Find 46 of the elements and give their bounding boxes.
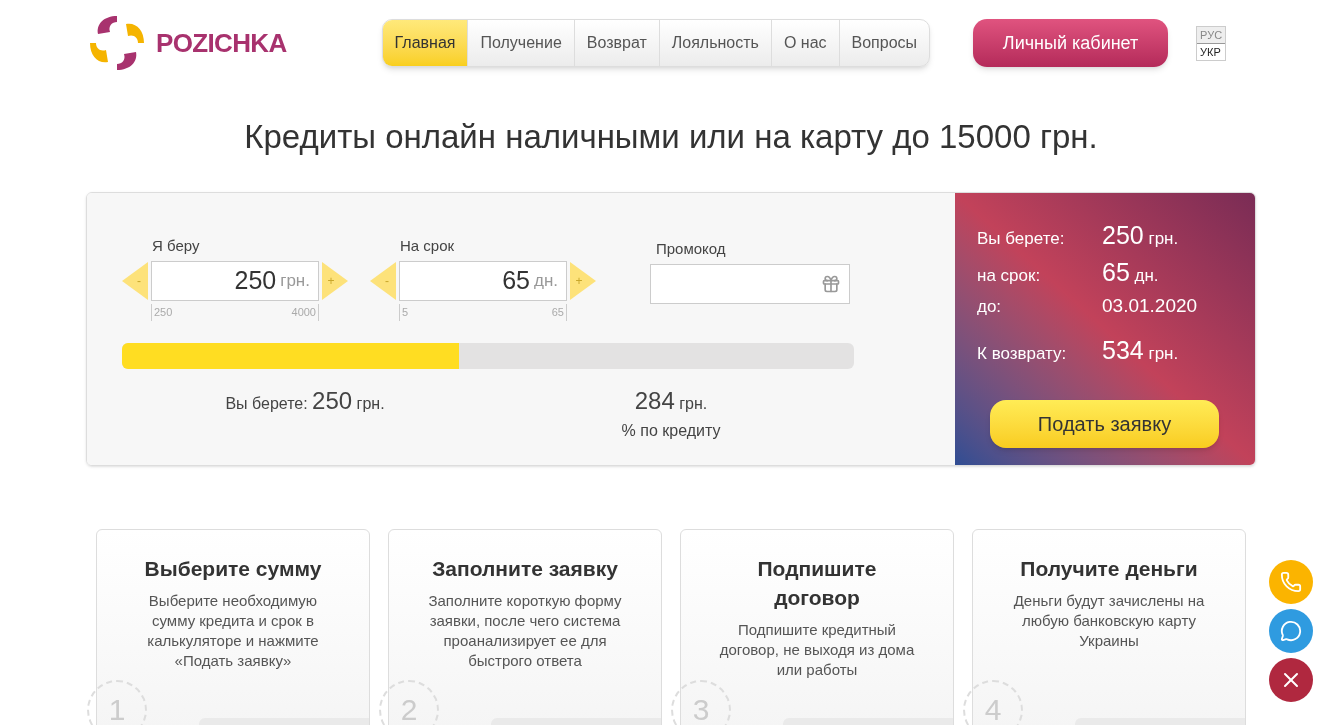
summary-label: К возврату: [977, 343, 1068, 365]
phone-icon [1280, 571, 1302, 593]
step-description: Деньги будут зачислены на любую банковскую карту Украины [1012, 590, 1206, 651]
step-description: Заполните короткую форму заявки, после чего система проанализирует ее для быстрого ответа [427, 590, 623, 671]
step-title: Выберите сумму [143, 555, 323, 582]
step-title: Заполните заявку [431, 555, 619, 582]
summary-value: 03.01.2020 [1102, 293, 1199, 318]
chat-bubble-icon [1280, 620, 1302, 642]
nav-tab[interactable]: О нас [771, 20, 840, 66]
min-value: 250 [154, 305, 173, 320]
interest-caption: % по кредиту [621, 420, 721, 441]
summary-value: 534 грн. [1102, 335, 1180, 366]
summary-value: 65 дн. [1102, 257, 1160, 288]
step-title: Получите деньги [1019, 555, 1199, 582]
summary-value: 250 грн. [1102, 219, 1180, 251]
step-description: Выберите необходимую сумму кредита и срок в калькуляторе и нажмите «Подать заявку» [146, 590, 320, 671]
nav-tab[interactable]: Вопросы [839, 20, 930, 66]
amount-field[interactable]: 65 дн. [399, 261, 567, 301]
field-label: На срок [400, 235, 456, 256]
page-headline: Кредиты онлайн наличными или на карту до 15000 грн. [243, 117, 1099, 157]
interest-amount: 284 грн. [634, 385, 708, 416]
nav-tab[interactable]: Получение [468, 20, 575, 66]
slider-track[interactable] [122, 342, 854, 369]
take-amount: Вы берете: 250 грн. [225, 394, 385, 412]
amount-field[interactable]: 250 грн. [151, 261, 319, 301]
account-button[interactable]: Личный кабинет [973, 19, 1169, 67]
logo-text: POZICHKA [156, 26, 287, 60]
step-description: Подпишите кредитный договор, не выходя из дома или работы [718, 619, 916, 680]
summary-label: на срок: [977, 265, 1042, 287]
nav-tab[interactable]: Лояльность [659, 20, 772, 66]
chat-button[interactable] [1269, 609, 1313, 653]
submit-button[interactable]: Подать заявку [990, 399, 1219, 448]
nav-tab[interactable]: Главная [382, 20, 469, 66]
phone-button[interactable] [1269, 560, 1313, 604]
gift-icon [821, 274, 841, 294]
nav-tab[interactable]: Возврат [574, 20, 660, 66]
max-value: 65 [551, 305, 564, 320]
summary-label: Вы берете: [977, 227, 1066, 250]
field-label: Я беру [152, 235, 201, 256]
step-title: Подпишите договор [756, 555, 878, 611]
summary-label: до: [977, 295, 1003, 318]
close-button[interactable] [1269, 658, 1313, 702]
min-value: 5 [402, 305, 409, 320]
field-label: Промокод [656, 238, 727, 259]
promo-code-field[interactable] [650, 264, 850, 304]
max-value: 4000 [291, 305, 316, 320]
